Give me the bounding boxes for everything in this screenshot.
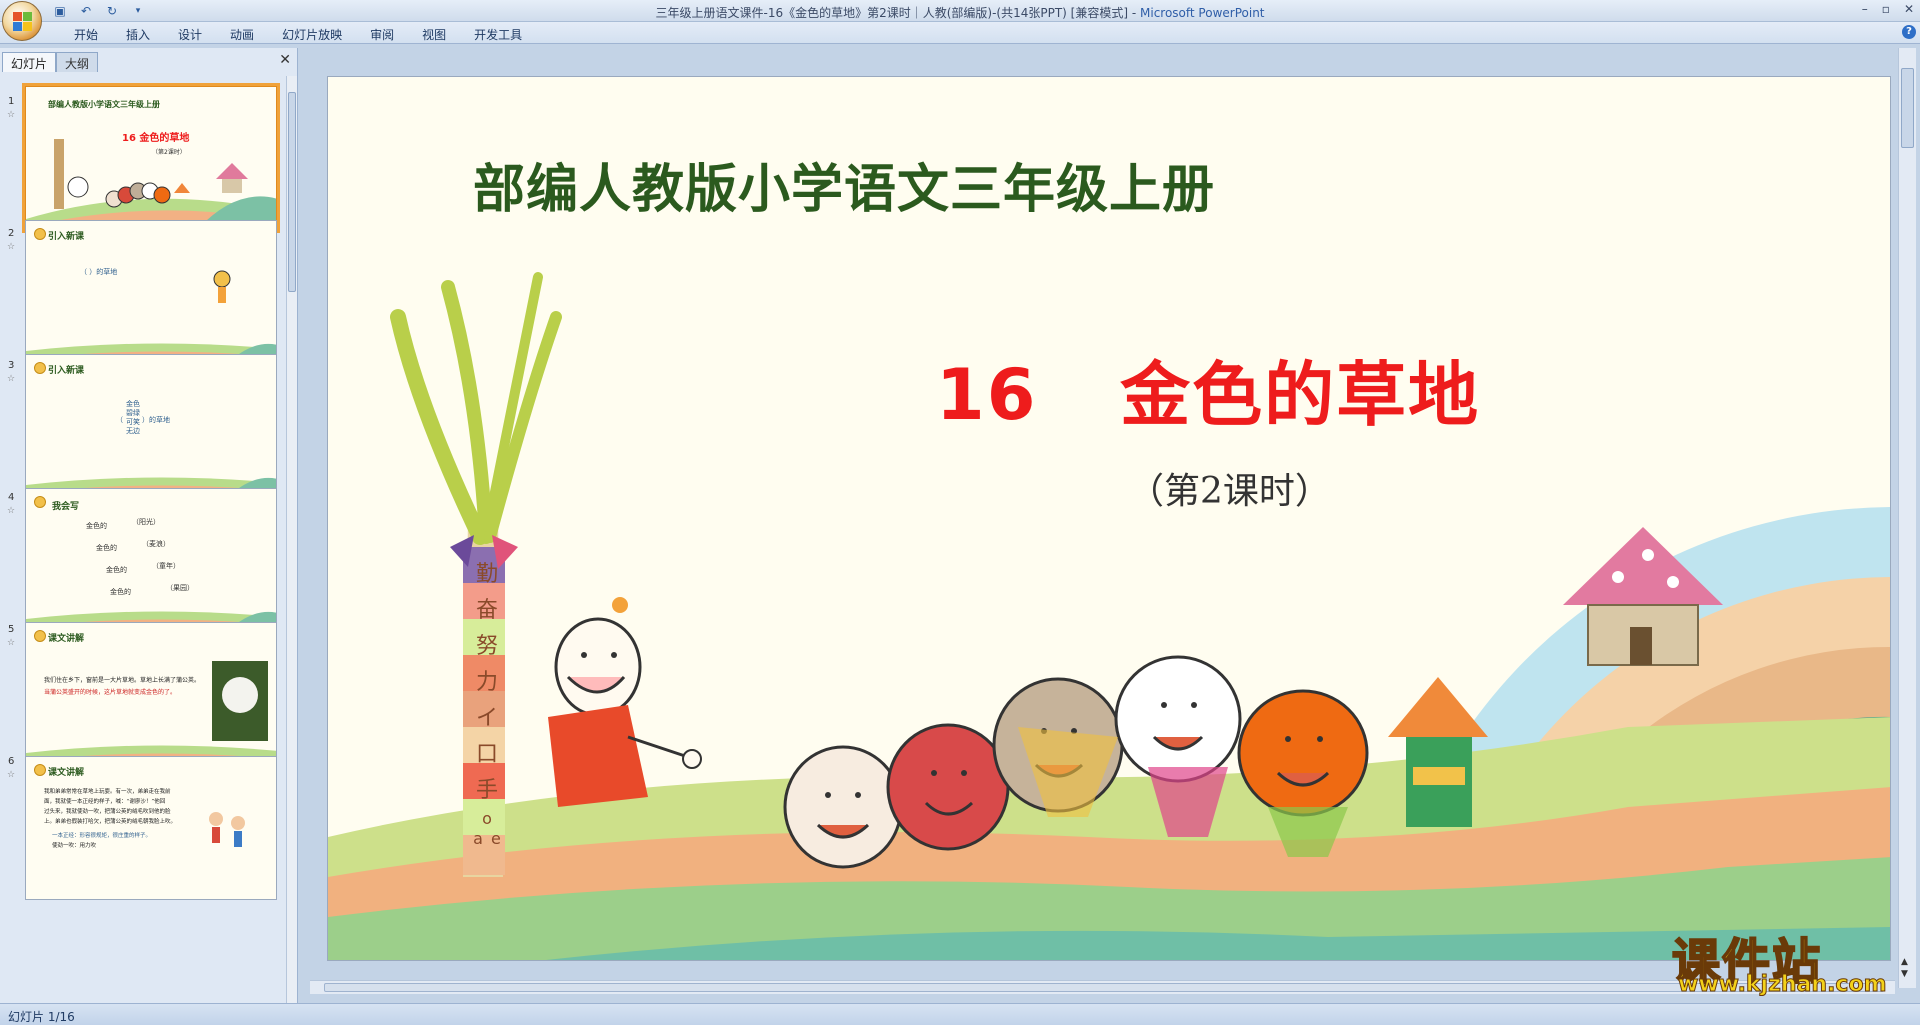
lesson-number: 16 — [936, 354, 1038, 436]
tree-char: 努 — [475, 634, 498, 659]
tab-review[interactable]: 审阅 — [356, 26, 408, 43]
thumbnail-slide-2[interactable]: 引入新课 （ ）的草地 — [25, 220, 277, 364]
lesson-subtitle[interactable]: （第2课时） — [1128, 462, 1331, 514]
close-icon[interactable]: ✕ — [279, 52, 291, 68]
tree-char: 手 — [475, 778, 498, 803]
tree-char: 口 — [475, 742, 498, 767]
slide-title[interactable]: 部编人教版小学语文三年级上册 — [473, 147, 1215, 222]
thumbnail-number: 1 — [8, 96, 15, 107]
slides-pane: 幻灯片 大纲 ✕ 1 ☆ 部编人教版小学语文三年级上册 16 金色的草地 （第2… — [0, 48, 298, 1003]
help-icon[interactable]: ? — [1902, 25, 1916, 39]
tree-char: 力 — [475, 670, 498, 695]
animation-star-icon: ☆ — [7, 110, 16, 120]
tree-characters: 勤 奋 努 力 イ 口 手 o a e — [470, 557, 504, 849]
slide-canvas[interactable]: 部编人教版小学语文三年级上册 16 金色的草地 （第2课时） 勤 奋 努 力 イ… — [327, 76, 1891, 961]
thumbnail-number: 4 — [8, 492, 15, 503]
vertical-scrollbar[interactable]: ▲ ▼ — [1898, 48, 1916, 988]
tree-char: o — [482, 809, 492, 828]
horizontal-scrollbar[interactable] — [310, 980, 1895, 994]
ribbon: 开始 插入 设计 动画 幻灯片放映 审阅 视图 开发工具 ? — [0, 22, 1920, 44]
thumbnail-scrollbar[interactable] — [286, 76, 297, 1003]
tab-insert[interactable]: 插入 — [112, 26, 164, 43]
animation-star-icon: ☆ — [7, 242, 16, 252]
tab-slides[interactable]: 幻灯片 — [2, 52, 57, 72]
tree-char: a — [473, 829, 483, 848]
thumbnail-number: 5 — [8, 624, 15, 635]
tab-home[interactable]: 开始 — [60, 26, 112, 43]
watermark: 课件站 www.kjzhan.com — [1671, 922, 1908, 1000]
tab-outline[interactable]: 大纲 — [56, 52, 99, 72]
tree-char: e — [490, 829, 501, 848]
thumbnail-slide-3[interactable]: 引入新课 （ 金色 碧绿 可笑 无边 ）的草地 — [25, 354, 277, 498]
scrollbar-thumb[interactable] — [324, 983, 1884, 992]
thumbnail-number: 3 — [8, 360, 15, 371]
thumbnail-illustration — [26, 661, 276, 765]
animation-star-icon: ☆ — [7, 638, 16, 648]
tab-slideshow[interactable]: 幻灯片放映 — [268, 26, 356, 43]
tab-animation[interactable]: 动画 — [216, 26, 268, 43]
thumbnail-number: 2 — [8, 228, 15, 239]
thumbnail-slide-1[interactable]: 部编人教版小学语文三年级上册 16 金色的草地 （第2课时） — [22, 83, 280, 233]
thumbnail-list: 1 ☆ 部编人教版小学语文三年级上册 16 金色的草地 （第2课时） 2 ☆ 引… — [0, 76, 298, 1003]
tree-char: 奋 — [475, 598, 498, 623]
animation-star-icon: ☆ — [7, 770, 16, 780]
thumbnail-slide-6[interactable]: 课文讲解 我和弟弟常常在草地上玩耍。有一次，弟弟走在我前 面，我就使一本正经的样… — [25, 756, 277, 900]
tab-design[interactable]: 设计 — [164, 26, 216, 43]
scrollbar-thumb[interactable] — [1901, 68, 1914, 148]
thumbnail-slide-5[interactable]: 课文讲解 我们住在乡下，窗前是一大片草地。草地上长满了蒲公英。 当蒲公英盛开的时… — [25, 622, 277, 766]
tree-char: イ — [475, 706, 498, 731]
pane-tabs: 幻灯片 大纲 — [2, 52, 99, 72]
watermark-url: www.kjzhan.com — [1678, 972, 1888, 998]
title-bar: ▣ ↶ ↻ ▾ 三年级上册语文课件-16《金色的草地》第2课时｜人教(部编版)-… — [0, 0, 1920, 41]
thumbnail-illustration — [26, 477, 276, 497]
thumbnail-slide-4[interactable]: 我会写 金色的 （阳光） 金色的 （麦浪） 金色的 （童年） 金色的 （果园） — [25, 488, 277, 632]
office-logo-icon — [13, 12, 33, 32]
maximize-button[interactable]: ▫ — [1882, 2, 1890, 16]
tree-letters: a e — [470, 829, 504, 849]
slide-counter: 幻灯片 1/16 — [8, 1010, 75, 1024]
tree-letters: o — [470, 809, 504, 829]
lesson-name: 金色的草地 — [1120, 354, 1481, 436]
tree-char: 勤 — [475, 562, 498, 587]
tab-developer[interactable]: 开发工具 — [460, 26, 536, 43]
thumbnail-illustration — [26, 270, 276, 363]
status-bar: 幻灯片 1/16 — [0, 1003, 1920, 1025]
lesson-title[interactable]: 16 金色的草地 — [936, 339, 1480, 440]
office-button[interactable] — [2, 1, 42, 41]
window-title: 三年级上册语文课件-16《金色的草地》第2课时｜人教(部编版)-(共14张PPT… — [655, 6, 1265, 20]
slide-editor: 部编人教版小学语文三年级上册 16 金色的草地 （第2课时） 勤 奋 努 力 イ… — [300, 48, 1920, 1003]
minimize-button[interactable]: – — [1862, 2, 1868, 16]
scrollbar-thumb[interactable] — [288, 92, 296, 292]
ribbon-tabs: 开始 插入 设计 动画 幻灯片放映 审阅 视图 开发工具 — [60, 26, 536, 43]
thumbnail-number: 6 — [8, 756, 15, 767]
animation-star-icon: ☆ — [7, 506, 16, 516]
thumbnail-illustration — [26, 611, 276, 631]
thumbnail-illustration — [209, 812, 245, 847]
close-button[interactable]: ✕ — [1904, 2, 1914, 16]
tab-view[interactable]: 视图 — [408, 26, 460, 43]
animation-star-icon: ☆ — [7, 374, 16, 384]
window-controls: – ▫ ✕ — [1862, 2, 1914, 16]
thumbnail-illustration — [26, 139, 276, 229]
